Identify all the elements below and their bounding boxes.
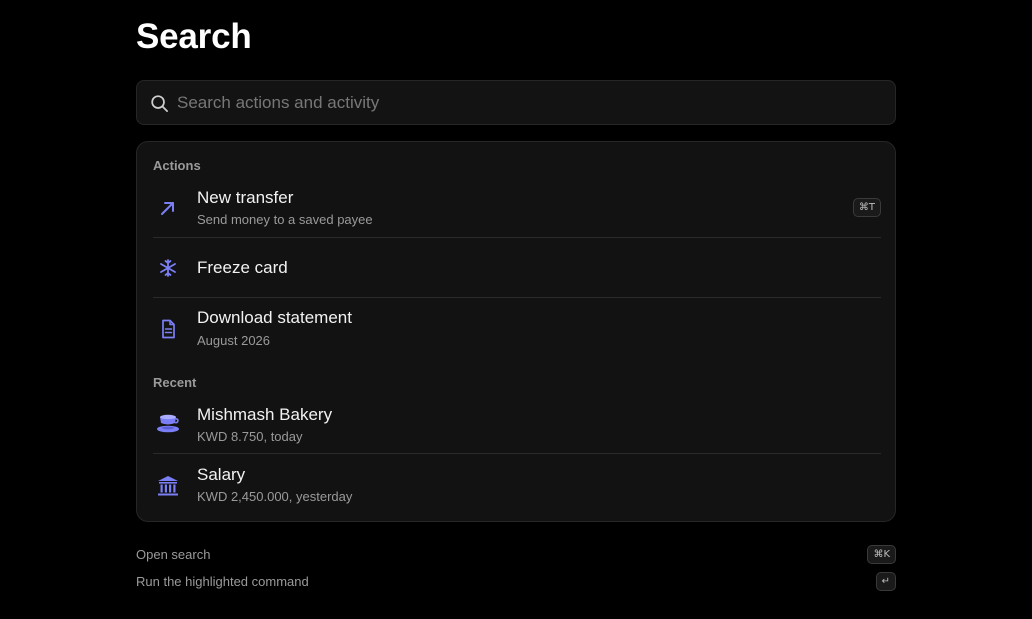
footer-hint: Open search ⌘K xyxy=(136,545,896,567)
divider xyxy=(153,237,881,238)
action-new-transfer[interactable]: New transfer Send money to a saved payee… xyxy=(153,186,881,234)
action-download-statement[interactable]: Download statement August 2026 xyxy=(153,306,881,354)
hint-label: Run the highlighted command xyxy=(136,574,309,589)
search-input[interactable] xyxy=(177,81,877,124)
recent-item[interactable]: Mishmash Bakery KWD 8.750, today xyxy=(153,403,881,451)
page-title: Search xyxy=(136,17,252,56)
shortcut-badge: ⌘T xyxy=(852,198,881,217)
actions-section-label: Actions xyxy=(153,158,201,173)
coffee-cup-icon xyxy=(157,414,179,433)
action-freeze-card[interactable]: Freeze card xyxy=(153,248,881,296)
action-title: Freeze card xyxy=(197,258,288,277)
recent-item[interactable]: Salary KWD 2,450.000, yesterday xyxy=(153,463,881,511)
action-subtitle: Send money to a saved payee xyxy=(197,212,373,227)
divider xyxy=(153,453,881,454)
action-title: Download statement xyxy=(197,308,352,327)
hint-label: Open search xyxy=(136,547,211,562)
shortcut-badge: ↵ xyxy=(875,572,896,591)
snowflake-icon xyxy=(160,259,176,277)
document-icon xyxy=(162,319,175,339)
recent-title: Mishmash Bakery xyxy=(197,405,333,424)
recent-subtitle: KWD 8.750, today xyxy=(197,429,303,444)
search-icon xyxy=(151,95,168,112)
bank-icon xyxy=(158,476,178,496)
divider xyxy=(153,297,881,298)
action-subtitle: August 2026 xyxy=(197,333,271,348)
recent-section-label: Recent xyxy=(153,375,197,390)
recent-title: Salary xyxy=(197,465,246,484)
action-title: New transfer xyxy=(197,188,294,207)
search-box[interactable] xyxy=(136,80,896,125)
recent-subtitle: KWD 2,450.000, yesterday xyxy=(197,489,353,504)
command-panel: Actions New transfer Send money to a sav… xyxy=(136,141,896,522)
arrow-up-right-icon xyxy=(161,202,174,215)
footer-hint: Run the highlighted command ↵ xyxy=(136,572,896,594)
shortcut-badge: ⌘K xyxy=(867,545,896,564)
